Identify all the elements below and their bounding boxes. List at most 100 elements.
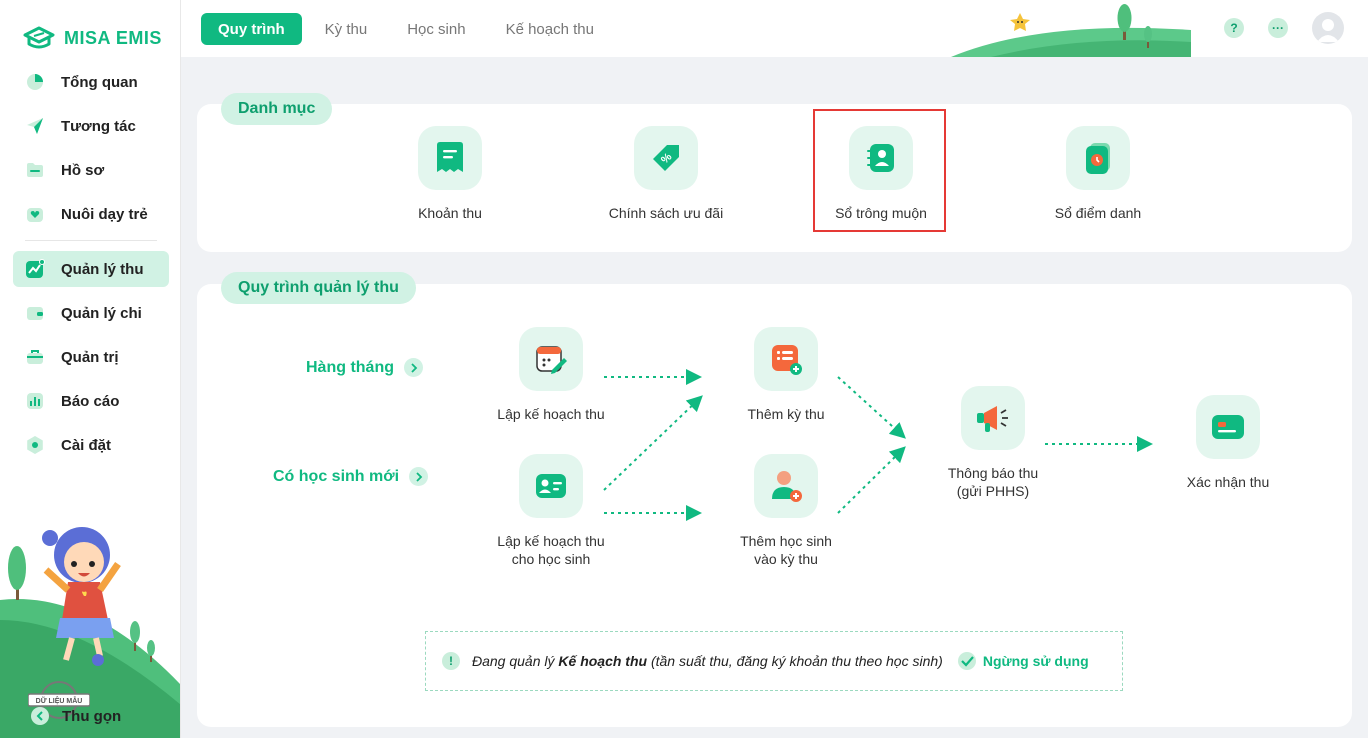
check-circle-icon — [957, 652, 976, 670]
tab-collection-period[interactable]: Kỳ thu — [308, 13, 385, 45]
tile-label: Thêm kỳ thu — [747, 406, 825, 422]
notice-prefix: Đang quản lý — [472, 653, 559, 669]
plan-notice: ! Đang quản lý Kế hoạch thu (tần suất th… — [425, 631, 1123, 691]
step-add-period[interactable]: Thêm kỳ thu — [726, 327, 846, 423]
sidebar-item-label: Hồ sơ — [61, 161, 105, 179]
folder-icon — [27, 163, 43, 177]
chevron-right-icon — [404, 358, 423, 377]
catalog-title: Danh mục — [221, 93, 333, 125]
sidebar-item-label: Nuôi dạy trẻ — [61, 205, 148, 223]
step-notify[interactable]: Thông báo thu (gửi PHHS) — [933, 386, 1053, 500]
more-button[interactable]: ··· — [1268, 18, 1288, 38]
trend-chart-icon — [26, 259, 45, 278]
tab-collection-plan[interactable]: Kế hoạch thu — [489, 13, 611, 45]
stop-using-button[interactable]: Ngừng sử dụng — [957, 651, 1089, 671]
collapse-button[interactable]: Thu gọn — [28, 706, 121, 726]
branch-label: Có học sinh mới — [273, 467, 400, 485]
tab-students[interactable]: Học sinh — [390, 13, 482, 45]
tile-icon-box — [754, 454, 818, 518]
sidebar-item-reports[interactable]: Báo cáo — [13, 383, 169, 419]
attendance-clock-icon — [1086, 143, 1110, 174]
gear-icon — [27, 436, 43, 454]
list-add-icon — [772, 345, 802, 375]
tile-icon-box — [519, 327, 583, 391]
branch-new-student[interactable]: Có học sinh mới — [273, 467, 429, 486]
step-confirm[interactable]: Xác nhận thu — [1168, 395, 1288, 491]
sidebar-item-label: Tổng quan — [61, 73, 138, 91]
stop-using-label: Ngừng sử dụng — [982, 653, 1089, 669]
payment-card-icon — [1212, 415, 1244, 439]
tile-icon-box — [849, 126, 913, 190]
student-card-icon — [536, 474, 566, 498]
catalog-item-fees[interactable]: Khoản thu — [402, 126, 498, 222]
notice-text: Đang quản lý Kế hoạch thu (tần suất thu,… — [472, 653, 943, 669]
discount-tag-icon: % — [653, 145, 679, 171]
tab-process[interactable]: Quy trình — [201, 13, 302, 45]
info-icon: ! — [442, 652, 460, 670]
tile-label-line1: Lập kế hoạch thu — [497, 533, 605, 549]
tile-label: Sổ điểm danh — [1054, 205, 1142, 221]
notice-suffix: (tần suất thu, đăng ký khoản thu theo họ… — [647, 653, 943, 669]
tile-label: Thêm học sinh vào kỳ thu — [740, 532, 832, 568]
stamp-text: DỮ LIỆU MẪU — [36, 696, 83, 705]
bar-chart-icon — [27, 393, 43, 409]
main-tabs: Quy trình Kỳ thu Học sinh Kế hoạch thu — [201, 13, 611, 45]
branch-label: Hàng tháng — [306, 358, 394, 376]
sidebar-item-label: Tương tác — [61, 117, 136, 135]
notice-emphasis: Kế hoạch thu — [558, 653, 648, 669]
catalog-card — [197, 104, 1352, 252]
branch-monthly[interactable]: Hàng tháng — [306, 358, 423, 377]
header-hill-illustration — [951, 4, 1191, 57]
sidebar-item-admin[interactable]: Quản trị — [13, 339, 169, 375]
sidebar: MISA EMIS Tổng quan Tương tác Hồ sơ Nuôi… — [0, 0, 181, 738]
sidebar-nav: Tổng quan Tương tác Hồ sơ Nuôi dạy trẻ Q… — [13, 64, 169, 471]
sidebar-item-label: Quản lý chi — [61, 304, 142, 322]
brand-logo[interactable]: MISA EMIS — [22, 24, 162, 52]
paper-plane-icon — [27, 118, 43, 134]
tile-label: Lập kế hoạch thu cho học sinh — [497, 532, 604, 568]
sidebar-item-label: Quản lý thu — [61, 260, 144, 278]
sidebar-item-childcare[interactable]: Nuôi dạy trẻ — [13, 196, 169, 232]
receipt-icon — [437, 142, 463, 172]
step-plan-student[interactable]: Lập kế hoạch thu cho học sinh — [481, 454, 621, 568]
briefcase-icon — [27, 350, 43, 364]
catalog-item-discount-policy[interactable]: % Chính sách ưu đãi — [596, 126, 736, 222]
tile-label-line2: (gửi PHHS) — [956, 483, 1030, 499]
tile-label-line2: vào kỳ thu — [754, 551, 818, 567]
catalog-item-late-pickup-book[interactable]: Sổ trông muộn — [830, 126, 932, 222]
pie-chart-icon — [27, 74, 43, 90]
tile-icon-box — [961, 386, 1025, 450]
megaphone-icon — [977, 406, 1008, 432]
sidebar-item-revenue[interactable]: Quản lý thu — [13, 251, 169, 287]
sidebar-item-settings[interactable]: Cài đặt — [13, 427, 169, 463]
misa-logo-icon — [23, 26, 55, 49]
catalog-item-attendance-book[interactable]: Sổ điểm danh — [1046, 126, 1150, 222]
brand-name: MISA EMIS — [64, 27, 162, 48]
sidebar-item-label: Cài đặt — [61, 436, 112, 454]
sidebar-item-label: Báo cáo — [61, 392, 120, 410]
chevron-right-icon — [409, 467, 429, 486]
tile-icon-box — [1066, 126, 1130, 190]
tile-label: Chính sách ưu đãi — [608, 205, 724, 221]
tile-label: Thông báo thu (gửi PHHS) — [948, 464, 1038, 500]
calendar-edit-icon — [536, 346, 567, 374]
avatar[interactable] — [1312, 12, 1344, 44]
user-avatar-icon — [1317, 19, 1339, 42]
help-button[interactable]: ? — [1224, 18, 1244, 38]
tile-icon-box — [519, 454, 583, 518]
tile-icon-box — [754, 327, 818, 391]
user-add-icon — [772, 471, 802, 502]
tile-icon-box — [1196, 395, 1260, 459]
sidebar-item-expense[interactable]: Quản lý chi — [13, 295, 169, 331]
tile-label: Sổ trông muộn — [835, 205, 927, 221]
sidebar-item-interaction[interactable]: Tương tác — [13, 108, 169, 144]
nav-divider — [25, 240, 157, 241]
sidebar-item-records[interactable]: Hồ sơ — [13, 152, 169, 188]
tile-label-line1: Thêm học sinh — [740, 533, 832, 549]
step-plan[interactable]: Lập kế hoạch thu — [481, 327, 621, 423]
top-actions: ? ··· — [1224, 12, 1344, 44]
tile-icon-box — [418, 126, 482, 190]
sidebar-item-overview[interactable]: Tổng quan — [13, 64, 169, 100]
step-add-student[interactable]: Thêm học sinh vào kỳ thu — [726, 454, 846, 568]
collapse-icon — [31, 707, 49, 725]
